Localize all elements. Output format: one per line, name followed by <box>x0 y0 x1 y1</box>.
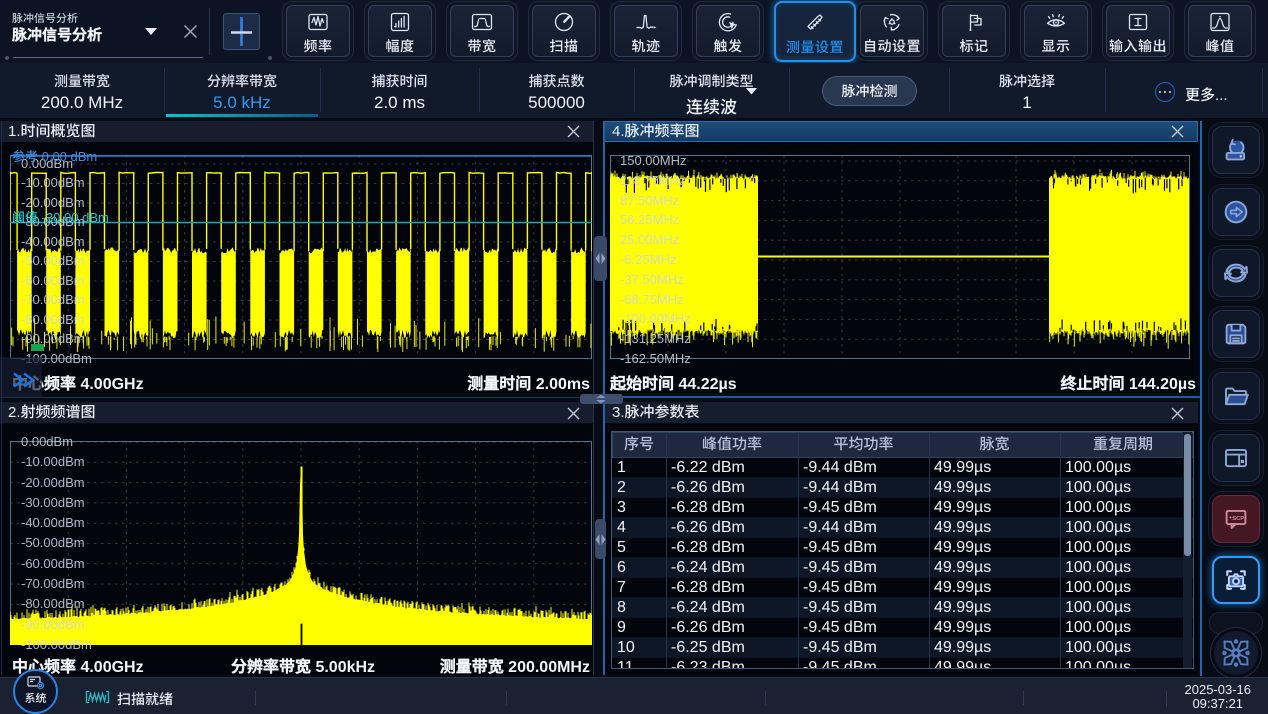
svg-text:SCPI: SCPI <box>1232 516 1246 522</box>
